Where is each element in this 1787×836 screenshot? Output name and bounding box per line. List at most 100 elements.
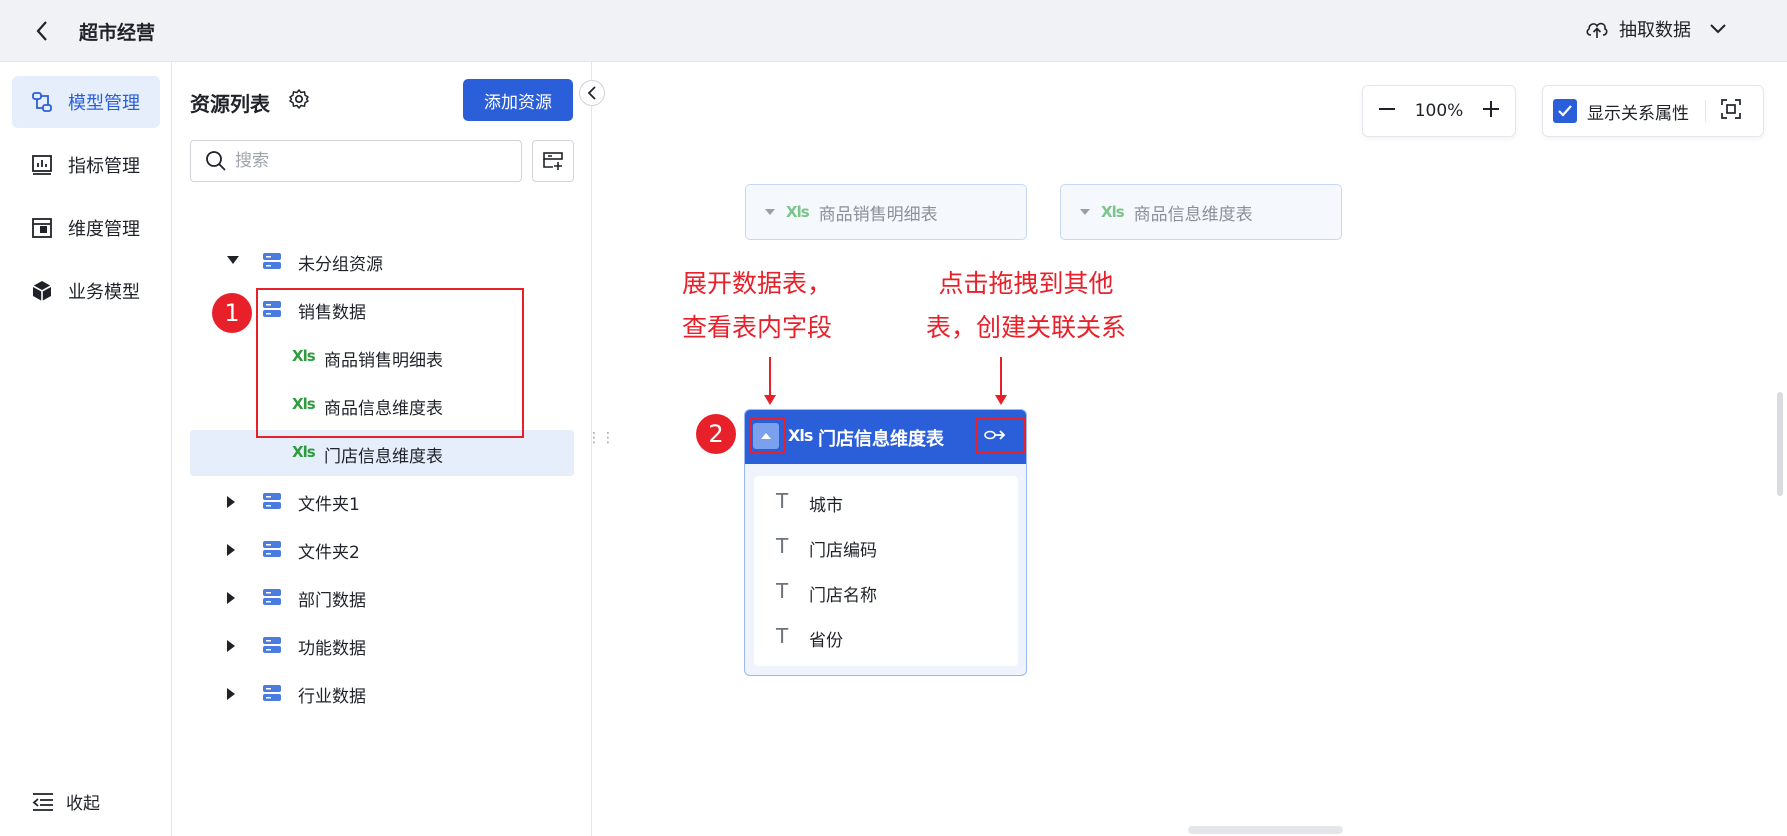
new-group-button[interactable] xyxy=(532,140,574,182)
annotation-line: 表，创建关联关系 xyxy=(925,313,1126,342)
nav-item-model-management[interactable]: 模型管理 xyxy=(12,76,160,128)
chevron-left-icon xyxy=(587,86,596,100)
vertical-scrollbar[interactable] xyxy=(1777,392,1783,496)
tree-group-folder1[interactable]: 文件夹1 xyxy=(190,478,574,524)
collapse-panel-button[interactable] xyxy=(579,80,605,106)
fit-view-button[interactable] xyxy=(1720,98,1742,125)
text-type-icon: T xyxy=(776,624,789,648)
field-row[interactable]: T 省份 xyxy=(754,615,1018,659)
zoom-level: 100% xyxy=(1414,101,1464,121)
canvas-table-product-dim[interactable]: Xls 商品信息维度表 xyxy=(1060,184,1342,240)
step-badge-1: 1 xyxy=(212,293,252,333)
field-row[interactable]: T 城市 xyxy=(754,480,1018,524)
xls-file-icon: Xls xyxy=(788,426,813,445)
back-button[interactable] xyxy=(28,16,56,46)
caret-right-icon xyxy=(227,688,235,700)
left-nav: 模型管理 指标管理 维度管理 业务模型 收起 xyxy=(0,62,172,836)
show-relation-label: 显示关系属性 xyxy=(1587,103,1689,124)
tree-label: 文件夹1 xyxy=(298,495,360,515)
annotation-expand-table: 展开数据表， 查看表内字段 xyxy=(682,262,832,350)
extract-data-button[interactable]: 抽取数据 xyxy=(1585,16,1727,42)
plus-icon xyxy=(1482,101,1499,117)
collapse-label: 收起 xyxy=(66,794,100,814)
nav-item-business-model[interactable]: 业务模型 xyxy=(12,265,160,317)
tree-group-department[interactable]: 部门数据 xyxy=(190,574,574,620)
highlight-box-expand xyxy=(750,418,786,454)
nav-label: 业务模型 xyxy=(68,282,140,303)
tree-label: 功能数据 xyxy=(298,639,366,659)
field-row[interactable]: T 门店名称 xyxy=(754,570,1018,614)
database-icon xyxy=(263,493,281,509)
field-name: 省份 xyxy=(809,631,843,651)
database-icon xyxy=(263,637,281,653)
nav-item-dimension-management[interactable]: 维度管理 xyxy=(12,202,160,254)
zoom-control: 100% xyxy=(1362,85,1516,137)
highlight-box-link xyxy=(975,418,1025,454)
arrow-head xyxy=(995,395,1007,405)
search-input[interactable] xyxy=(235,151,495,171)
annotation-line: 查看表内字段 xyxy=(682,313,833,342)
top-bar: 超市经营 抽取数据 xyxy=(0,0,1787,62)
tree-group-industry[interactable]: 行业数据 xyxy=(190,670,574,716)
field-name: 门店名称 xyxy=(809,586,877,606)
show-relation-checkbox[interactable] xyxy=(1553,99,1577,123)
nav-item-metric-management[interactable]: 指标管理 xyxy=(12,139,160,191)
zoom-in-button[interactable] xyxy=(1481,98,1501,124)
caret-down-icon xyxy=(765,209,775,215)
resource-list-title: 资源列表 xyxy=(190,92,270,116)
tree-group-folder2[interactable]: 文件夹2 xyxy=(190,526,574,572)
highlight-box-tables xyxy=(256,288,524,438)
check-icon xyxy=(1558,105,1572,117)
minus-icon xyxy=(1379,108,1395,110)
annotation-line: 展开数据表， xyxy=(682,269,833,298)
tree-label: 行业数据 xyxy=(298,687,366,707)
add-resource-button[interactable]: 添加资源 xyxy=(463,79,573,121)
arrow-line xyxy=(769,357,771,395)
chevron-left-icon xyxy=(36,21,47,41)
chevron-down-icon xyxy=(1710,24,1726,34)
nav-label: 指标管理 xyxy=(68,156,140,177)
horizontal-scrollbar[interactable] xyxy=(1188,826,1343,834)
text-type-icon: T xyxy=(776,489,789,513)
step-badge-2: 2 xyxy=(696,414,736,454)
search-field[interactable] xyxy=(190,140,522,182)
caret-right-icon xyxy=(227,496,235,508)
annotation-drag-link: 点击拖拽到其他 表，创建关联关系 xyxy=(916,262,1136,350)
cloud-upload-icon xyxy=(1586,22,1608,38)
database-icon xyxy=(263,589,281,605)
dimension-icon xyxy=(32,218,52,238)
relation-display-control: 显示关系属性 xyxy=(1542,85,1764,137)
resource-panel: 资源列表 添加资源 未分组资源 销售数据 Xls 商品销售明细表 Xls 商品信… xyxy=(172,62,592,836)
caret-down-icon xyxy=(227,256,239,264)
database-icon xyxy=(263,253,281,269)
tree-group-ungrouped[interactable]: 未分组资源 xyxy=(190,238,574,284)
gear-icon xyxy=(289,89,309,109)
extract-data-label: 抽取数据 xyxy=(1619,20,1691,41)
add-group-icon xyxy=(543,152,563,170)
xls-file-icon: Xls xyxy=(786,203,810,221)
field-name: 城市 xyxy=(809,496,843,516)
resource-settings-button[interactable] xyxy=(288,88,310,114)
nav-label: 模型管理 xyxy=(68,93,140,114)
table-name: 门店信息维度表 xyxy=(818,429,944,450)
field-row[interactable]: T 门店编码 xyxy=(754,525,1018,569)
annotation-line: 点击拖拽到其他 xyxy=(938,269,1114,298)
divider xyxy=(1705,100,1706,122)
search-icon xyxy=(206,151,226,171)
table-name: 商品信息维度表 xyxy=(1133,204,1253,225)
collapse-menu-icon xyxy=(32,792,53,811)
field-list: T 城市 T 门店编码 T 门店名称 T 省份 xyxy=(754,476,1018,666)
collapse-sidebar-button[interactable]: 收起 xyxy=(32,789,100,814)
caret-right-icon xyxy=(227,592,235,604)
canvas-table-sales-detail[interactable]: Xls 商品销售明细表 xyxy=(745,184,1027,240)
panel-resize-handle[interactable]: ⋮⋮ xyxy=(587,431,615,445)
caret-down-icon xyxy=(1080,209,1090,215)
tree-group-function[interactable]: 功能数据 xyxy=(190,622,574,668)
zoom-out-button[interactable] xyxy=(1377,98,1397,124)
cube-icon xyxy=(32,281,52,301)
caret-right-icon xyxy=(227,640,235,652)
app-title: 超市经营 xyxy=(79,22,156,44)
tree-label: 门店信息维度表 xyxy=(324,447,443,467)
caret-right-icon xyxy=(227,544,235,556)
text-type-icon: T xyxy=(776,534,789,558)
